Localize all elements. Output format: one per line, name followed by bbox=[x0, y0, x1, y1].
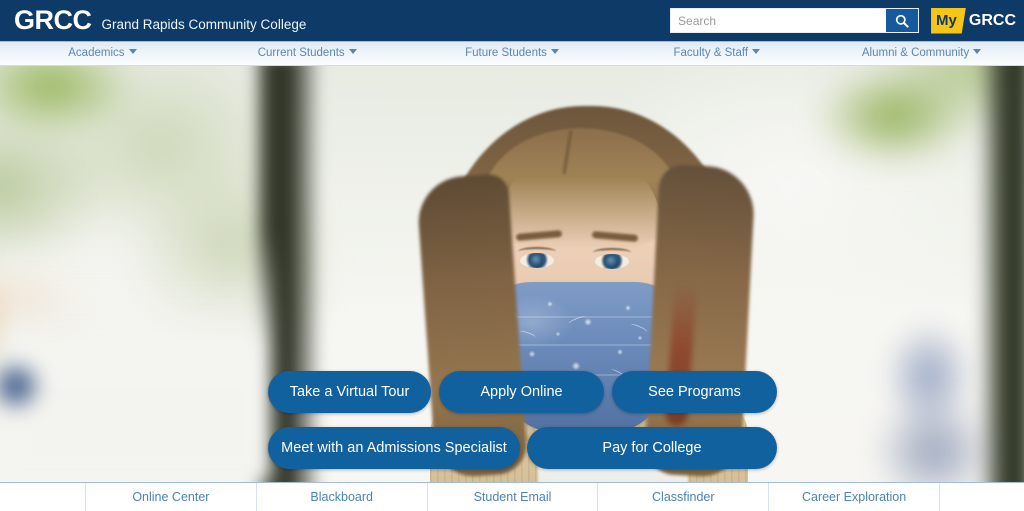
quick-links-right-spacer bbox=[938, 483, 1024, 511]
hero-banner: Take a Virtual Tour Apply Online See Pro… bbox=[0, 66, 1024, 482]
quick-link-online-center[interactable]: Online Center bbox=[85, 483, 256, 511]
meet-admissions-specialist-button[interactable]: Meet with an Admissions Specialist bbox=[268, 427, 520, 469]
college-name: Grand Rapids Community College bbox=[101, 17, 307, 32]
take-a-virtual-tour-button[interactable]: Take a Virtual Tour bbox=[268, 371, 431, 413]
main-navigation: Academics Current Students Future Studen… bbox=[0, 41, 1024, 66]
nav-item-alumni-community[interactable]: Alumni & Community bbox=[819, 46, 1024, 60]
see-programs-button[interactable]: See Programs bbox=[612, 371, 777, 413]
nav-item-future-students[interactable]: Future Students bbox=[410, 46, 615, 60]
apply-online-button[interactable]: Apply Online bbox=[439, 371, 604, 413]
mygrcc-label: GRCC bbox=[968, 11, 1016, 29]
quick-link-career-exploration[interactable]: Career Exploration bbox=[768, 483, 939, 511]
nav-label: Current Students bbox=[257, 46, 345, 59]
header-right-group: My GRCC bbox=[670, 7, 1024, 34]
search-box[interactable] bbox=[670, 8, 920, 33]
pay-for-college-button[interactable]: Pay for College bbox=[527, 427, 777, 469]
search-button[interactable] bbox=[886, 9, 919, 32]
quick-link-classfinder[interactable]: Classfinder bbox=[597, 483, 768, 511]
chevron-down-icon bbox=[752, 49, 761, 55]
nav-label: Academics bbox=[68, 46, 125, 59]
chevron-down-icon bbox=[973, 49, 982, 55]
nav-label: Faculty & Staff bbox=[673, 46, 749, 59]
grcc-logo: GRCC bbox=[14, 5, 92, 35]
nav-label: Alumni & Community bbox=[861, 46, 970, 59]
mygrcc-portal-link[interactable]: My GRCC bbox=[931, 7, 1016, 34]
chevron-down-icon bbox=[348, 49, 357, 55]
quick-links-left-spacer bbox=[0, 483, 85, 511]
nav-item-faculty-staff[interactable]: Faculty & Staff bbox=[614, 46, 819, 60]
page-root: GRCC Grand Rapids Community College My G bbox=[0, 0, 1024, 511]
nav-label: Future Students bbox=[465, 46, 547, 59]
quick-link-blackboard[interactable]: Blackboard bbox=[255, 483, 427, 511]
chevron-down-icon bbox=[550, 49, 559, 55]
quick-links-bar: Online Center Blackboard Student Email C… bbox=[0, 482, 1024, 511]
chevron-down-icon bbox=[128, 49, 137, 55]
hero-cta-group: Take a Virtual Tour Apply Online See Pro… bbox=[0, 66, 1024, 482]
mygrcc-my-badge: My bbox=[931, 7, 966, 34]
search-input[interactable] bbox=[671, 9, 887, 32]
brand-block[interactable]: GRCC Grand Rapids Community College bbox=[0, 7, 306, 34]
site-header: GRCC Grand Rapids Community College My G bbox=[0, 0, 1024, 41]
quick-link-student-email[interactable]: Student Email bbox=[426, 483, 598, 511]
nav-item-academics[interactable]: Academics bbox=[0, 46, 205, 60]
nav-item-current-students[interactable]: Current Students bbox=[205, 46, 410, 60]
search-icon bbox=[895, 14, 909, 28]
